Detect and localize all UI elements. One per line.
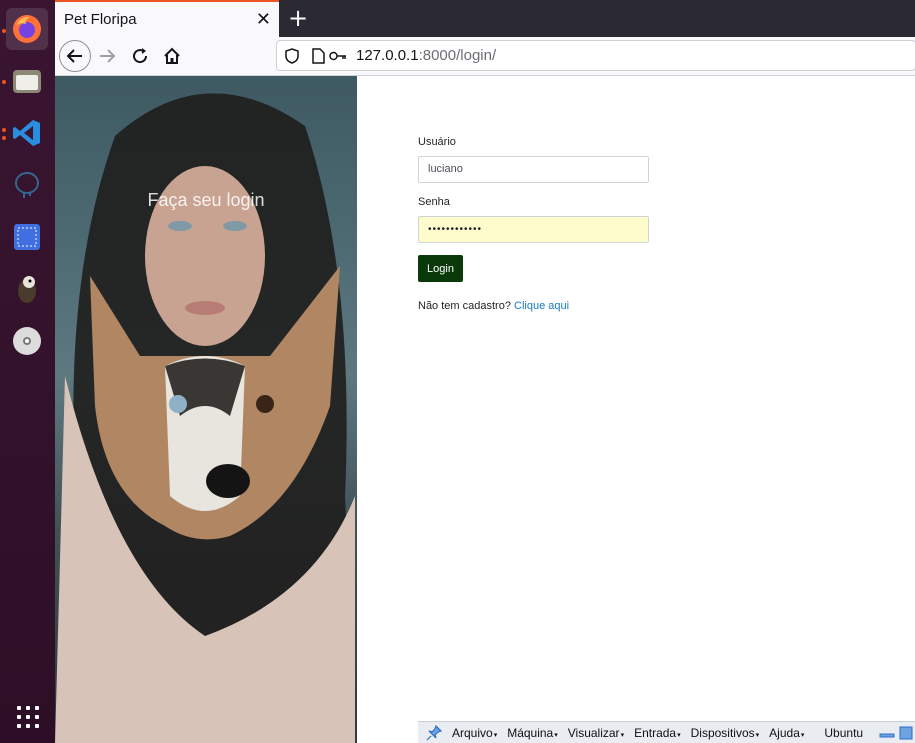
close-icon[interactable]: ✕ xyxy=(256,9,271,30)
disc-icon[interactable] xyxy=(6,320,48,362)
firefox-icon[interactable] xyxy=(6,8,48,50)
vm-name: Ubuntu xyxy=(824,725,864,740)
virtualbox-menu-bar: Arquivo Máquina Visualizar Entrada Dispo… xyxy=(418,721,915,743)
password-label: Senha xyxy=(418,196,450,208)
pgadmin-icon[interactable] xyxy=(6,268,48,310)
tab-bar: Pet Floripa ✕ + xyxy=(55,0,915,37)
apps-grid-icon[interactable] xyxy=(17,706,39,728)
screenshot-icon[interactable] xyxy=(6,216,48,258)
home-button[interactable] xyxy=(156,40,188,72)
forward-button[interactable] xyxy=(91,40,123,72)
shield-icon[interactable] xyxy=(285,48,299,64)
username-field[interactable]: luciano xyxy=(418,156,649,183)
signup-prompt: Não tem cadastro? Clique aqui xyxy=(418,300,649,312)
vbox-menu-maquina[interactable]: Máquina xyxy=(507,726,558,740)
pin-icon[interactable] xyxy=(426,724,442,741)
url-bar[interactable]: 127.0.0.1:8000/login/ xyxy=(276,40,915,71)
page-content: Faça seu login Usuário luciano Senha •••… xyxy=(55,76,915,743)
minimize-icon[interactable] xyxy=(879,728,895,738)
vbox-menu-ajuda[interactable]: Ajuda xyxy=(769,726,804,740)
vbox-menu-dispositivos[interactable]: Dispositivos xyxy=(691,726,760,740)
login-button[interactable]: Login xyxy=(418,255,463,282)
vbox-menu-entrada[interactable]: Entrada xyxy=(634,726,681,740)
arrow-left-icon xyxy=(66,49,82,63)
files-icon[interactable] xyxy=(6,60,48,102)
tab-pet-floripa[interactable]: Pet Floripa ✕ xyxy=(55,0,279,37)
page-icon[interactable] xyxy=(312,48,325,64)
home-icon xyxy=(164,47,180,64)
password-field[interactable]: •••••••••••• xyxy=(418,216,649,243)
tab-title: Pet Floripa xyxy=(64,11,137,28)
hero-image: Faça seu login xyxy=(55,76,357,743)
url-path: :8000/login/ xyxy=(418,47,497,64)
url-host: 127.0.0.1 xyxy=(356,47,419,64)
key-icon[interactable] xyxy=(329,51,347,61)
vbox-menu-visualizar[interactable]: Visualizar xyxy=(568,726,624,740)
username-label: Usuário xyxy=(418,136,456,148)
back-button[interactable] xyxy=(59,40,91,72)
nav-bar: 127.0.0.1:8000/login/ xyxy=(55,37,915,76)
vscode-icon[interactable] xyxy=(6,112,48,154)
arrow-right-icon xyxy=(100,49,116,63)
postgresql-icon[interactable] xyxy=(6,164,48,206)
restore-icon[interactable] xyxy=(899,726,913,740)
signup-text: Não tem cadastro? xyxy=(418,300,511,312)
reload-button[interactable] xyxy=(124,40,156,72)
vbox-menu-arquivo[interactable]: Arquivo xyxy=(452,726,497,740)
ubuntu-dock xyxy=(0,0,55,743)
signup-link[interactable]: Clique aqui xyxy=(514,300,569,312)
login-form: Usuário luciano Senha •••••••••••• Login… xyxy=(418,136,649,312)
woman-with-dog-photo xyxy=(55,93,355,743)
new-tab-icon[interactable]: + xyxy=(288,4,308,32)
reload-icon xyxy=(133,48,148,64)
url-text[interactable]: 127.0.0.1:8000/login/ xyxy=(356,47,496,64)
hero-caption: Faça seu login xyxy=(147,190,265,210)
